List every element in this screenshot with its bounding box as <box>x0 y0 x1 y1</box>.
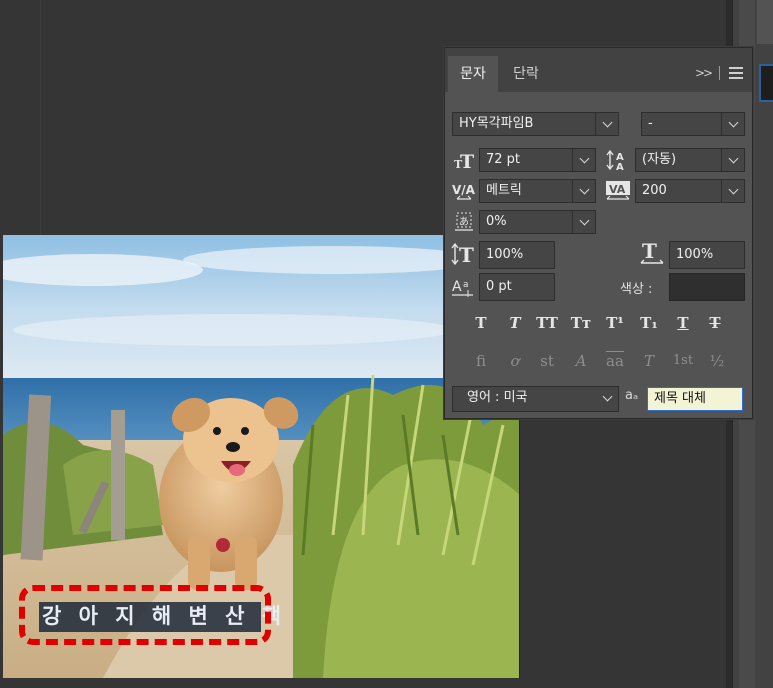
ordinals-button[interactable]: 1st <box>669 350 697 372</box>
superscript-button[interactable]: T¹ <box>601 312 629 334</box>
svg-text:A: A <box>616 162 624 171</box>
swash-button[interactable]: A <box>567 350 595 372</box>
svg-text:T: T <box>459 243 474 266</box>
divider <box>719 66 720 80</box>
panel-tab-bar: 문자 단락 >> <box>445 48 752 92</box>
dock-button[interactable] <box>757 0 773 44</box>
svg-text:あ: あ <box>459 216 469 228</box>
all-caps-button[interactable]: TT <box>533 312 561 334</box>
language-select[interactable]: 영어 : 미국 <box>452 386 619 412</box>
fractions-button[interactable]: ½ <box>703 350 731 372</box>
subscript-button[interactable]: T₁ <box>635 312 663 334</box>
faux-italic-button[interactable]: T <box>501 312 529 334</box>
strikethrough-button[interactable]: T <box>701 312 729 334</box>
vertical-scale-input[interactable]: 100% <box>479 241 555 269</box>
tsume-icon: あ <box>451 210 477 234</box>
baseline-shift-icon: Aa <box>451 275 477 299</box>
ligatures-button[interactable]: fi <box>467 350 495 372</box>
svg-text:a: a <box>463 280 469 290</box>
small-caps-button[interactable]: Tт <box>567 312 595 334</box>
anti-alias-icon: aₐ <box>625 388 639 403</box>
language-value: 영어 : 미국 <box>467 390 528 405</box>
horizontal-scale-input[interactable]: 100% <box>669 241 745 269</box>
tsume-value: 0% <box>486 214 507 229</box>
color-swatch[interactable] <box>669 273 745 301</box>
kerning-icon: V/A <box>451 179 477 203</box>
font-style-value: - <box>648 116 653 131</box>
leading-value: (자동) <box>642 152 677 167</box>
horizontal-scale-icon: T <box>639 242 665 266</box>
baseline-shift-input[interactable]: 0 pt <box>479 273 555 301</box>
svg-text:VA: VA <box>609 183 626 196</box>
tracking-select[interactable]: 200 <box>635 179 745 203</box>
highlight-box <box>19 585 271 645</box>
svg-text:A: A <box>452 279 462 295</box>
tsume-select[interactable]: 0% <box>479 210 596 234</box>
font-family-value: HY목각파임B <box>459 116 534 131</box>
vertical-scale-icon: T <box>451 242 477 266</box>
font-style-select[interactable]: - <box>641 112 745 136</box>
tab-character[interactable]: 문자 <box>448 56 498 92</box>
stylistic-alternates-button[interactable]: aa <box>601 350 629 372</box>
leading-icon: AA <box>605 148 631 172</box>
font-size-icon: TT <box>451 148 477 172</box>
character-panel: 문자 단락 >> HY목각파임B - TT 72 pt AA (자동) V/A … <box>444 47 753 419</box>
kerning-value: 메트릭 <box>486 183 522 198</box>
svg-text:T: T <box>642 242 657 263</box>
faux-bold-button[interactable]: T <box>467 312 495 334</box>
font-family-select[interactable]: HY목각파임B <box>452 112 619 136</box>
collapse-panel-icon[interactable]: >> <box>695 66 713 80</box>
font-size-select[interactable]: 72 pt <box>479 148 596 172</box>
titling-alternates-button[interactable]: T <box>635 350 663 372</box>
tracking-icon: VA <box>605 179 631 203</box>
leading-select[interactable]: (자동) <box>635 148 745 172</box>
tab-paragraph[interactable]: 단락 <box>500 56 552 92</box>
discretionary-ligatures-button[interactable]: ơ <box>501 350 529 372</box>
tracking-value: 200 <box>642 183 667 198</box>
color-label: 색상 : <box>620 282 653 297</box>
underline-button[interactable]: T <box>669 312 697 334</box>
panel-menu-icon[interactable] <box>729 67 743 79</box>
dock-thumbnail[interactable] <box>759 64 773 102</box>
contextual-alternates-button[interactable]: st <box>533 350 561 372</box>
font-size-value: 72 pt <box>486 152 521 167</box>
anti-alias-select[interactable]: 제목 대체 <box>647 387 743 411</box>
svg-text:V/A: V/A <box>452 183 476 197</box>
svg-text:T: T <box>460 151 474 171</box>
divider <box>40 0 41 235</box>
kerning-select[interactable]: 메트릭 <box>479 179 596 203</box>
